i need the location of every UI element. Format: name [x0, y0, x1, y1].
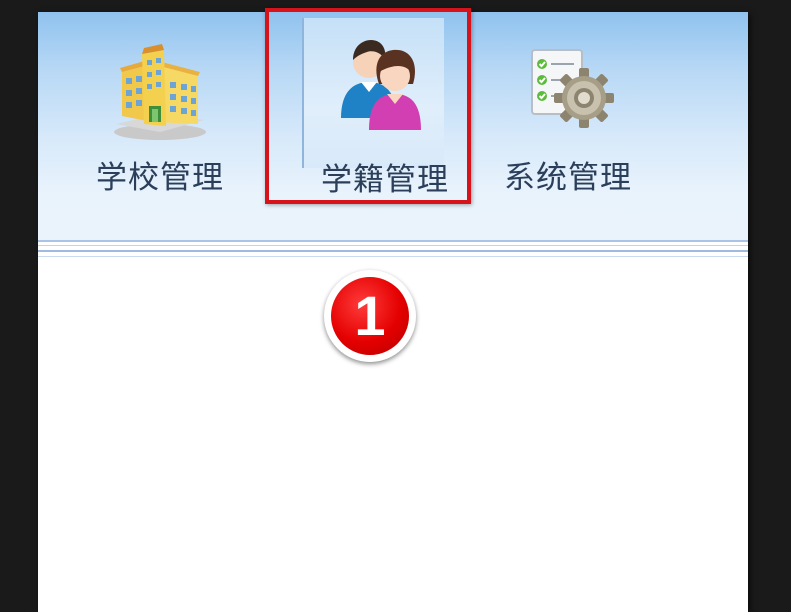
highlight-box: [265, 8, 471, 204]
divider: [38, 256, 748, 257]
toolbar-item-school-management[interactable]: 学校管理: [80, 12, 240, 222]
school-building-icon: [114, 44, 206, 140]
divider: [38, 240, 748, 242]
toolbar-item-system-management[interactable]: 系统管理: [488, 12, 648, 222]
step-number-badge: 1: [324, 270, 416, 362]
app-window: 学校管理 学籍管理 系统管理 1: [38, 8, 748, 612]
toolbar-item-label: 学校管理: [96, 160, 224, 196]
toolbar-item-label: 系统管理: [504, 160, 632, 196]
divider: [38, 245, 748, 246]
main-toolbar: 学校管理 学籍管理 系统管理: [38, 8, 748, 240]
divider: [38, 250, 748, 252]
system-settings-icon: [531, 49, 614, 128]
step-number: 1: [331, 277, 409, 355]
